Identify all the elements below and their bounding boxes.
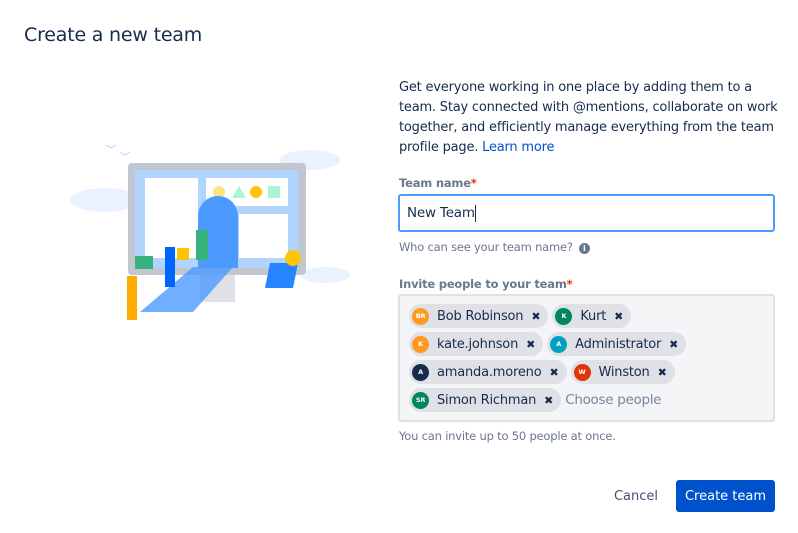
avatar: K	[555, 307, 573, 325]
person-chip: SR Simon Richman ✖	[409, 388, 562, 412]
choose-people-placeholder[interactable]: Choose people	[565, 392, 661, 408]
team-name-input[interactable]: New Team	[398, 194, 775, 232]
remove-icon[interactable]: ✖	[531, 310, 540, 323]
remove-icon[interactable]: ✖	[549, 366, 558, 379]
person-chip: A Administrator ✖	[547, 332, 687, 356]
dialog-title: Create a new team	[24, 24, 203, 46]
person-chip: K Kurt ✖	[552, 304, 632, 328]
avatar: A	[550, 335, 568, 353]
avatar: W	[573, 363, 591, 381]
person-chip: Kkate.johnson ✖	[409, 332, 544, 356]
remove-icon[interactable]: ✖	[614, 310, 623, 323]
avatar: A	[412, 363, 429, 381]
avatar: SR	[412, 391, 429, 409]
avatar: K	[412, 335, 429, 353]
team-name-label: Team name*	[399, 176, 477, 190]
cancel-button[interactable]: Cancel	[604, 480, 668, 512]
team-name-help: Who can see your team name? i	[399, 240, 590, 254]
remove-icon[interactable]: ✖	[544, 394, 553, 407]
create-team-button[interactable]: Create team	[676, 480, 775, 512]
person-name: Simon Richman	[437, 392, 537, 408]
person-name: kate.johnson	[437, 336, 519, 352]
remove-icon[interactable]: ✖	[526, 338, 535, 351]
learn-more-link[interactable]: Learn more	[482, 140, 554, 155]
remove-icon[interactable]: ✖	[669, 338, 678, 351]
person-name: Administrator	[575, 336, 662, 352]
info-icon[interactable]: i	[578, 243, 590, 254]
person-chip: W Winston ✖	[570, 360, 675, 384]
invite-label: Invite people to your team*	[399, 277, 573, 291]
person-name: Bob Robinson	[437, 308, 524, 324]
person-name: amanda.moreno	[437, 364, 542, 380]
person-name: Winston	[598, 364, 650, 380]
avatar: BR	[412, 307, 429, 325]
remove-icon[interactable]: ✖	[658, 366, 667, 379]
person-chip: Aamanda.moreno ✖	[409, 360, 567, 384]
invite-people-input[interactable]: BR Bob Robinson ✖ K Kurt ✖ Kkate.johnson ✖ A Adm…	[398, 294, 775, 422]
description: Get everyone working in one place by add…	[399, 80, 778, 155]
person-chip: BR Bob Robinson ✖	[409, 304, 549, 328]
team-illustration	[70, 144, 350, 320]
person-name: Kurt	[580, 308, 607, 324]
invite-help: You can invite up to 50 people at once.	[399, 429, 616, 443]
